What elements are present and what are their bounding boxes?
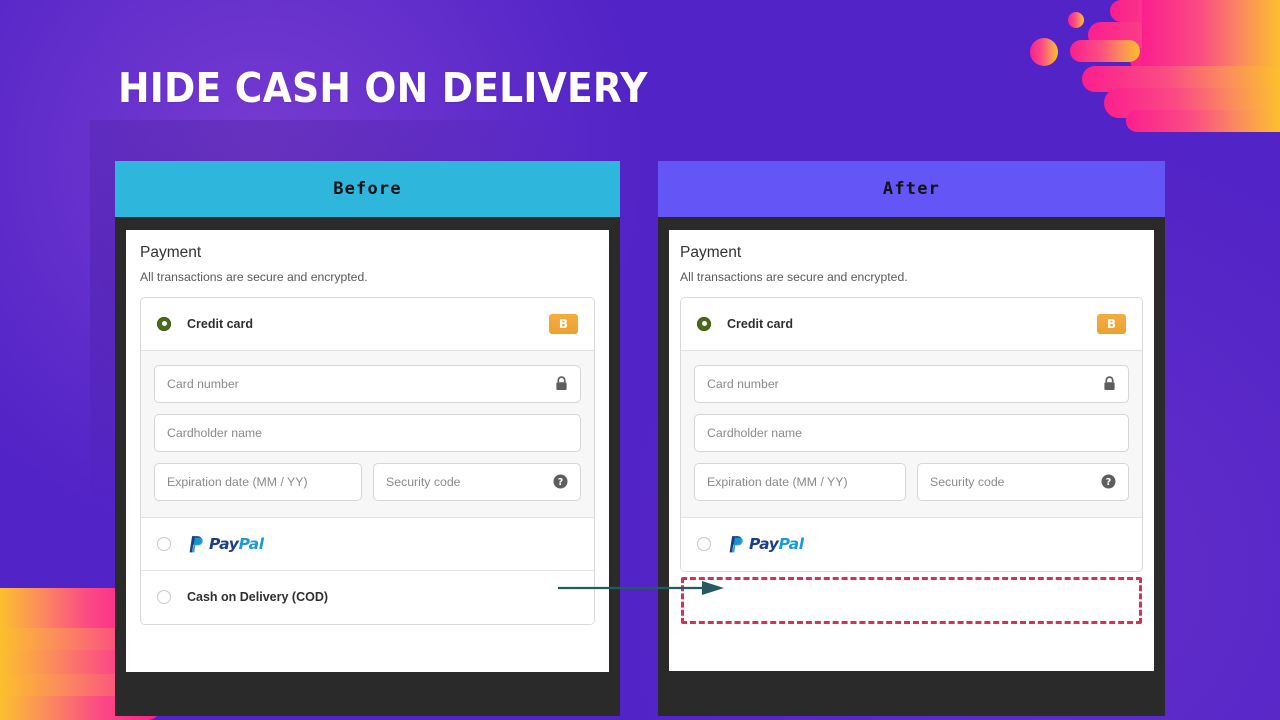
before-cardholder-name-field[interactable]: Cardholder name — [154, 413, 581, 452]
help-circle-icon[interactable]: ? — [553, 474, 568, 489]
before-payment-subheading: All transactions are secure and encrypte… — [140, 269, 368, 284]
after-card-number-field[interactable]: Card number — [694, 364, 1129, 403]
slide-canvas: HIDE CASH ON DELIVERY Before Payment All… — [0, 0, 1280, 720]
paypal-logo-icon: PayPal — [187, 535, 264, 553]
after-payment-subheading: All transactions are secure and encrypte… — [680, 269, 908, 284]
before-cardholder-name-placeholder: Cardholder name — [167, 425, 263, 440]
paypal-logo-text-pay: Pay — [209, 534, 239, 553]
svg-text:?: ? — [558, 477, 564, 488]
after-expiration-date-field[interactable]: Expiration date (MM / YY) — [694, 462, 906, 501]
before-card-extra-row: Expiration date (MM / YY) Security code … — [154, 462, 581, 501]
radio-credit-card[interactable] — [157, 316, 171, 331]
before-expiration-date-placeholder: Expiration date (MM / YY) — [167, 474, 308, 489]
paypal-logo-icon: PayPal — [727, 535, 804, 553]
after-security-code-placeholder: Security code — [930, 474, 1005, 489]
lock-icon — [1103, 376, 1116, 391]
before-panel-header-label: Before — [333, 179, 402, 199]
after-payment-methods-list: Credit card B Card number Cardholder nam… — [680, 296, 1143, 572]
after-security-code-field[interactable]: Security code ? — [917, 462, 1129, 501]
after-method-row-credit-card[interactable]: Credit card B — [681, 297, 1142, 351]
before-method-label-credit-card: Credit card — [187, 316, 253, 331]
radio-paypal[interactable] — [697, 537, 711, 552]
page-title: HIDE CASH ON DELIVERY — [118, 64, 648, 112]
radio-credit-card[interactable] — [697, 316, 711, 331]
before-payment-methods-list: Credit card B Card number Cardholder nam… — [140, 296, 595, 625]
paypal-logo-text-pay: Pay — [749, 535, 779, 554]
before-panel-frame: Payment All transactions are secure and … — [115, 217, 620, 716]
after-panel-frame: Payment All transactions are secure and … — [658, 217, 1165, 716]
radio-cash-on-delivery[interactable] — [157, 590, 171, 605]
before-credit-card-form: Card number Cardholder name Expiration d… — [141, 350, 594, 518]
after-payment-heading: Payment — [680, 244, 742, 261]
removed-cash-on-delivery-highlight — [681, 576, 1142, 624]
before-method-row-paypal[interactable]: PayPal — [141, 517, 594, 571]
before-card-number-field[interactable]: Card number — [154, 364, 581, 403]
help-circle-icon[interactable]: ? — [1101, 474, 1116, 489]
before-payment-heading: Payment — [140, 244, 202, 261]
paypal-logo-text-pal: Pal — [778, 535, 805, 554]
after-cardholder-name-placeholder: Cardholder name — [707, 425, 803, 440]
before-expiration-date-field[interactable]: Expiration date (MM / YY) — [154, 462, 362, 501]
paypal-logo-text-pal: Pal — [238, 534, 265, 553]
radio-paypal[interactable] — [157, 536, 171, 551]
before-method-row-credit-card[interactable]: Credit card B — [141, 297, 594, 351]
before-card-number-placeholder: Card number — [167, 376, 239, 391]
bogus-gateway-badge-icon: B — [1097, 313, 1126, 334]
decorative-speed-blob-top-right — [1030, 0, 1280, 132]
after-checkout-card: Payment All transactions are secure and … — [669, 230, 1154, 671]
after-card-extra-row: Expiration date (MM / YY) Security code … — [694, 462, 1129, 501]
after-panel-header: After — [658, 161, 1165, 217]
after-expiration-date-placeholder: Expiration date (MM / YY) — [707, 474, 848, 489]
before-security-code-placeholder: Security code — [386, 474, 461, 489]
before-method-label-cash-on-delivery: Cash on Delivery (COD) — [187, 590, 329, 605]
before-security-code-field[interactable]: Security code ? — [373, 462, 581, 501]
before-panel-header: Before — [115, 161, 620, 217]
after-panel: After Payment All transactions are secur… — [658, 161, 1165, 716]
after-card-number-placeholder: Card number — [707, 376, 779, 391]
svg-text:?: ? — [1106, 477, 1112, 488]
after-cardholder-name-field[interactable]: Cardholder name — [694, 413, 1129, 452]
after-method-row-paypal[interactable]: PayPal — [681, 517, 1142, 571]
before-checkout-card: Payment All transactions are secure and … — [126, 230, 609, 672]
before-panel: Before Payment All transactions are secu… — [115, 161, 620, 716]
after-credit-card-form: Card number Cardholder name Expiration d… — [681, 350, 1142, 518]
bogus-gateway-badge-icon: B — [549, 313, 578, 334]
before-method-row-cash-on-delivery[interactable]: Cash on Delivery (COD) — [141, 570, 594, 624]
after-panel-header-label: After — [882, 179, 941, 199]
after-method-label-credit-card: Credit card — [727, 316, 793, 331]
lock-icon — [555, 376, 568, 391]
